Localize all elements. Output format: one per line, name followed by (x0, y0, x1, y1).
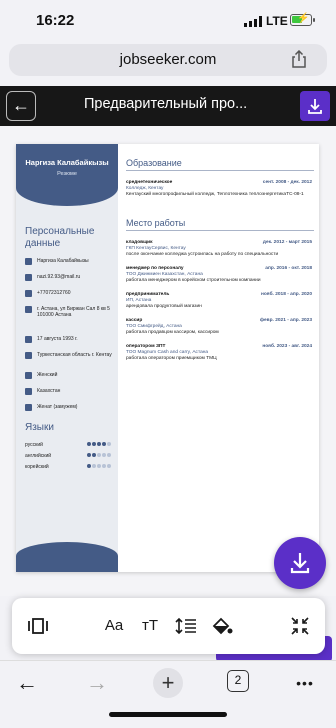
tabs-count: 2 (234, 673, 242, 687)
share-icon[interactable] (290, 50, 308, 68)
person-icon (25, 258, 32, 265)
phone-icon (25, 290, 32, 297)
format-toolbar: Aa тT (12, 598, 325, 654)
education-entry: среднетехническое сент. 2008 - дек. 2012… (126, 180, 312, 197)
plus-icon: + (161, 670, 175, 695)
resume-role: Резюме (57, 171, 77, 177)
work-entry: кассир февр. 2021 - апр. 2023 ТОО Смифгр… (126, 318, 312, 335)
work-entry: оператором ЗПТ нояб. 2023 - авг. 2024 ТО… (126, 344, 312, 361)
collapse-icon (291, 617, 309, 635)
home-indicator (109, 712, 227, 717)
battery-cap (313, 18, 315, 22)
columns-icon (28, 618, 48, 634)
resume-sidebar: Наргиза Калабайкызы Резюме Персональные … (16, 144, 118, 572)
more-button[interactable]: ••• (290, 669, 320, 697)
language-item: английский (25, 453, 113, 460)
battery-icon: ⚡ (290, 13, 312, 26)
line-spacing-button[interactable] (172, 612, 200, 640)
text-size-button[interactable]: тT (136, 612, 164, 640)
url-text[interactable]: jobseeker.com (9, 51, 327, 68)
layout-button[interactable] (24, 612, 52, 640)
nav-forward-button[interactable]: → (82, 669, 112, 697)
work-entry: кладовщик дек. 2012 - март 2015 ГКП Кент… (126, 240, 312, 257)
status-time: 16:22 (36, 12, 75, 29)
home-icon (25, 306, 32, 313)
resume-name: Наргиза Калабайкызы (25, 158, 109, 167)
language-item: русский (25, 442, 113, 449)
address-bar[interactable]: jobseeker.com (9, 44, 327, 76)
text-size-label: тT (141, 617, 159, 634)
language-item: корейский (25, 464, 113, 471)
location-icon (25, 352, 32, 359)
more-icon: ••• (296, 675, 314, 691)
work-entry: менеджер по персоналу апр. 2016 - окт. 2… (126, 266, 312, 283)
app-bar: ← Предварительный про... (0, 86, 336, 126)
font-button[interactable]: Aa (100, 612, 128, 640)
back-button[interactable]: ← (6, 91, 36, 121)
language-level (87, 453, 112, 459)
status-bar: 16:22 LTE ⚡ (0, 0, 336, 44)
language-level (87, 464, 112, 470)
download-icon (308, 99, 322, 114)
download-fab[interactable] (274, 537, 326, 589)
language-level (87, 442, 112, 448)
languages-heading: Языки (25, 422, 54, 433)
flag-icon (25, 388, 32, 395)
arrow-left-icon: ← (16, 670, 38, 695)
paint-bucket-icon (212, 617, 233, 635)
tabs-button[interactable]: 2 (227, 670, 249, 692)
resume-preview[interactable]: Наргиза Калабайкызы Резюме Персональные … (16, 144, 319, 572)
resume-header: Наргиза Калабайкызы Резюме (16, 144, 118, 206)
personal-heading: Персональные данные (25, 226, 95, 249)
signal-icon (244, 16, 262, 27)
resume-main: Образование среднетехническое сент. 2008… (126, 144, 314, 572)
line-spacing-icon (175, 617, 196, 635)
collapse-button[interactable] (286, 612, 314, 640)
calendar-icon (25, 336, 32, 343)
arrow-right-icon: → (86, 670, 108, 695)
network-label: LTE (266, 14, 288, 28)
browser-nav-bar: ← → + 2 ••• (0, 660, 336, 728)
education-heading: Образование (126, 158, 314, 171)
preview-canvas[interactable]: Наргиза Калабайкызы Резюме Персональные … (0, 126, 336, 596)
email-icon (25, 274, 32, 281)
download-button[interactable] (300, 91, 330, 121)
gender-icon (25, 372, 32, 379)
work-entry: предприниматель нояб. 2018 - апр. 2020 И… (126, 292, 312, 309)
color-button[interactable] (208, 612, 236, 640)
people-icon (25, 404, 32, 411)
font-label: Aa (104, 617, 124, 634)
work-heading: Место работы (126, 218, 314, 231)
resume-footer (16, 542, 118, 572)
new-tab-button[interactable]: + (153, 668, 183, 698)
arrow-left-icon: ← (12, 95, 30, 115)
page-title: Предварительный про... (84, 96, 248, 112)
nav-back-button[interactable]: ← (12, 669, 42, 697)
download-icon (290, 553, 310, 574)
